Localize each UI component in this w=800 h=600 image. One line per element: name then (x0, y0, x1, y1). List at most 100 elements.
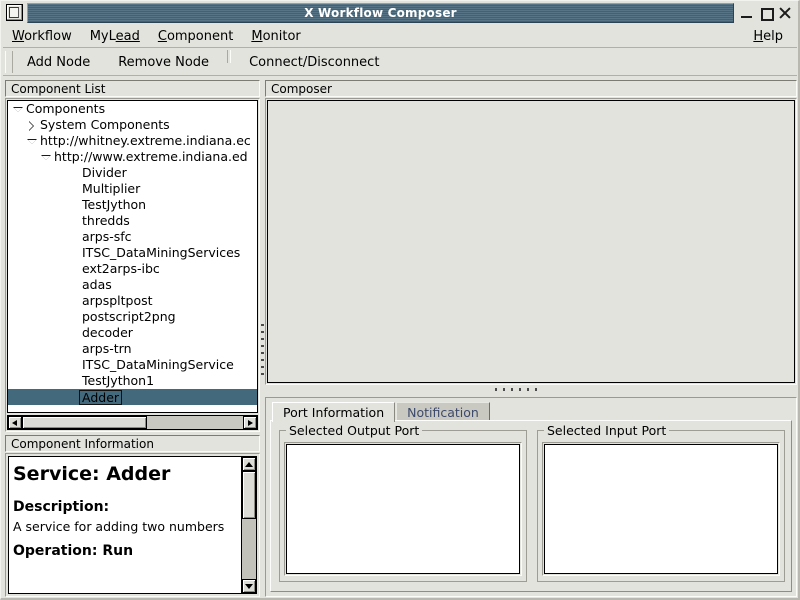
tree-item-label: arps-trn (82, 341, 132, 356)
component-information-vertical-scrollbar[interactable] (241, 456, 257, 594)
component-information-container: Service: Adder Description: A service fo… (5, 453, 260, 597)
tree-item-label: ext2arps-ibc (82, 261, 160, 276)
description-text: A service for adding two numbers (13, 519, 225, 534)
tree-item[interactable]: thredds (8, 213, 257, 229)
component-tree[interactable]: Components System Components http://whitne… (7, 100, 258, 413)
title-bar-strip[interactable]: X Workflow Composer (27, 2, 734, 23)
component-list-horizontal-scrollbar[interactable] (7, 415, 258, 430)
application-window: X Workflow Composer Workflow MyLead Comp… (0, 0, 800, 600)
composer-canvas[interactable] (267, 100, 795, 383)
tree-item[interactable]: Components (8, 101, 257, 117)
tree-item[interactable]: ITSC_DataMiningService (8, 357, 257, 373)
horizontal-splitter-grip-icon (495, 388, 541, 391)
tree-item[interactable]: System Components (8, 117, 257, 133)
tree-item[interactable]: Divider (8, 165, 257, 181)
operation-heading: Operation: Run (13, 543, 134, 559)
expand-triangle-down-icon[interactable] (40, 152, 51, 163)
tree-item[interactable]: ITSC_DataMiningServices (8, 245, 257, 261)
connect-disconnect-button[interactable]: Connect/Disconnect (235, 53, 393, 72)
tree-item-label: ITSC_DataMiningService (82, 357, 234, 372)
menu-workflow[interactable]: Workflow (3, 27, 81, 46)
composer-panel: Composer (265, 80, 797, 385)
tree-item[interactable]: http://whitney.extreme.indiana.ec (8, 133, 257, 149)
component-information-panel: Component Information Service: Adder Des… (5, 435, 260, 597)
close-icon[interactable] (779, 6, 791, 20)
composer-canvas-container (265, 98, 797, 385)
tree-item-label: Divider (82, 165, 127, 180)
component-information-title: Component Information (5, 435, 260, 452)
component-list-title: Component List (5, 80, 260, 97)
tree-item[interactable]: adas (8, 277, 257, 293)
tree-item-label: adas (82, 277, 112, 292)
horizontal-splitter[interactable] (265, 386, 797, 395)
tree-item[interactable]: decoder (8, 325, 257, 341)
expand-triangle-right-icon[interactable] (26, 120, 37, 131)
tree-item-label: decoder (82, 325, 133, 340)
selected-input-port-value[interactable] (544, 444, 778, 574)
tree-item-label: Components (26, 101, 106, 116)
tree-item-label: TestJython1 (82, 373, 155, 388)
menu-monitor-mnemonic: M (251, 28, 263, 44)
scroll-down-arrow-icon[interactable] (242, 579, 256, 593)
tree-item[interactable]: http://www.extreme.indiana.ed (8, 149, 257, 165)
selected-output-port-field[interactable] (284, 442, 522, 576)
menu-component[interactable]: Component (149, 27, 242, 46)
tree-item[interactable]: postscript2png (8, 309, 257, 325)
tree-item-label: postscript2png (82, 309, 176, 324)
tree-item[interactable]: arpspltpost (8, 293, 257, 309)
tree-item-label: TestJython (82, 197, 147, 212)
selected-output-port-label: Selected Output Port (286, 423, 423, 438)
menu-component-label: omponent (166, 28, 234, 44)
tab-content-port-information: Selected Output Port Selected Input Port (270, 420, 792, 592)
component-tree-container: Components System Components http://whitne… (5, 98, 260, 432)
expand-triangle-down-icon[interactable] (26, 136, 37, 147)
toolbar-separator (227, 50, 232, 63)
vscroll-thumb[interactable] (242, 471, 256, 519)
description-heading: Description: (13, 499, 110, 515)
menu-workflow-mnemonic: W (12, 28, 25, 44)
tab-port-information[interactable]: Port Information (272, 402, 396, 422)
selected-output-port-value[interactable] (286, 444, 520, 574)
menu-monitor[interactable]: Monitor (242, 27, 309, 46)
expand-triangle-down-icon[interactable] (12, 104, 23, 115)
menu-help[interactable]: Help (744, 27, 797, 46)
menu-mylead[interactable]: MyLead (81, 27, 149, 46)
menu-mylead-mnemonic: ead (115, 28, 140, 44)
tab-strip: Port Information Notification (272, 400, 490, 422)
scroll-left-arrow-icon[interactable] (8, 416, 22, 429)
tree-item-selected[interactable]: Adder (8, 389, 257, 405)
maximize-icon[interactable] (760, 6, 774, 21)
tree-item[interactable]: ext2arps-ibc (8, 261, 257, 277)
selected-input-port-field[interactable] (542, 442, 780, 576)
tree-item[interactable]: TestJython1 (8, 373, 257, 389)
window-menu-icon[interactable] (6, 4, 23, 21)
tree-item[interactable]: Multiplier (8, 181, 257, 197)
title-bar: X Workflow Composer (3, 2, 797, 23)
add-node-button[interactable]: Add Node (13, 53, 104, 72)
tab-notification[interactable]: Notification (396, 402, 490, 422)
remove-node-button[interactable]: Remove Node (104, 53, 223, 72)
tree-item[interactable]: arps-trn (8, 341, 257, 357)
vscroll-track[interactable] (242, 519, 256, 579)
hscroll-thumb[interactable] (22, 416, 147, 429)
minimize-icon[interactable] (741, 6, 753, 20)
menu-help-mnemonic: H (753, 28, 764, 44)
tree-item[interactable]: TestJython (8, 197, 257, 213)
composer-title: Composer (265, 80, 797, 97)
scroll-right-arrow-icon[interactable] (243, 416, 257, 429)
scroll-up-arrow-icon[interactable] (242, 457, 256, 471)
hscroll-track[interactable] (22, 416, 243, 429)
toolbar-grip-handle[interactable] (5, 51, 13, 73)
tree-item[interactable]: arps-sfc (8, 229, 257, 245)
